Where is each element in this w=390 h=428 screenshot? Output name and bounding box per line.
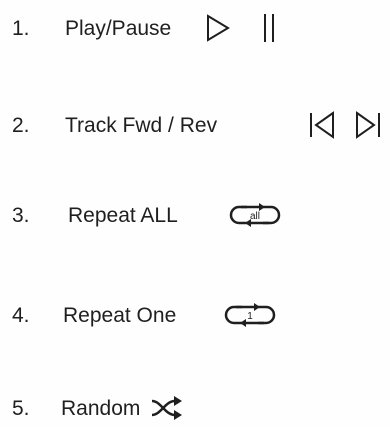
track-next-icon (356, 111, 380, 139)
repeat-all-icon: all (229, 203, 281, 227)
item-label: Repeat One (63, 303, 177, 327)
play-icon (207, 14, 230, 42)
item-number: 4. (12, 303, 30, 327)
item-label: Play/Pause (65, 16, 172, 40)
item-number: 1. (12, 16, 30, 40)
shuffle-icon (151, 396, 182, 420)
repeat-one-icon-text: 1 (247, 311, 253, 322)
repeat-all-icon-text: all (250, 211, 260, 222)
track-previous-icon (310, 111, 334, 139)
item-number: 5. (12, 396, 30, 420)
item-icons: 1 (222, 300, 278, 330)
repeat-one-icon: 1 (224, 303, 276, 327)
item-icons (205, 12, 277, 44)
item-label: Track Fwd / Rev (65, 113, 218, 137)
item-label: Random (61, 396, 141, 420)
pause-icon (264, 14, 274, 42)
item-number: 3. (12, 203, 30, 227)
item-icons (308, 110, 382, 140)
item-number: 2. (12, 113, 30, 137)
item-icons (149, 393, 185, 423)
item-label: Repeat ALL (68, 203, 178, 227)
instruction-page: 1. Play/Pause 2. Track Fwd / Rev 3. Repe… (0, 0, 390, 427)
item-icons: all (227, 200, 283, 230)
